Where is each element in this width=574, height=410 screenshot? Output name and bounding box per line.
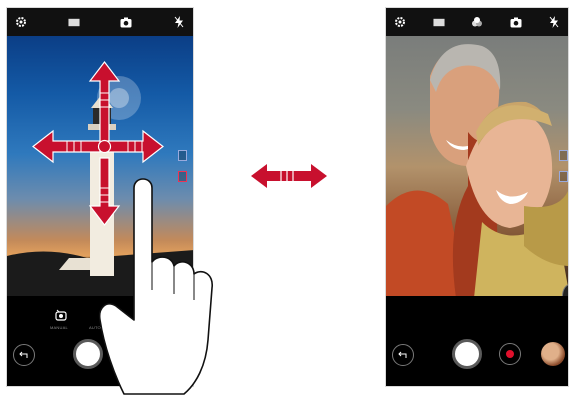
flash-off-icon[interactable] <box>548 16 560 28</box>
record-button[interactable] <box>499 343 521 365</box>
switch-camera-double-arrow-icon <box>251 164 327 188</box>
shutter-button[interactable] <box>452 339 482 369</box>
switch-camera-icon[interactable] <box>510 16 522 28</box>
camera-top-bar <box>7 8 193 36</box>
filter-icon[interactable] <box>471 16 483 28</box>
mode-label-manual[interactable]: MANUAL <box>50 325 68 330</box>
gesture-shot-icon[interactable] <box>559 171 568 182</box>
selfie-preview[interactable] <box>386 36 568 298</box>
switch-camera-icon[interactable] <box>120 16 132 28</box>
aspect-ratio-icon[interactable] <box>68 16 80 28</box>
camera-bottom-bar <box>386 296 568 386</box>
aspect-ratio-icon[interactable] <box>432 16 445 28</box>
flash-off-icon[interactable] <box>173 16 185 28</box>
back-button[interactable] <box>13 344 35 366</box>
manual-mode-icon[interactable] <box>55 308 67 326</box>
gallery-thumbnail[interactable] <box>541 342 565 366</box>
beauty-mode-icon[interactable] <box>559 150 568 161</box>
camera-top-bar <box>386 8 568 36</box>
back-button[interactable] <box>392 344 414 366</box>
gear-icon[interactable] <box>394 16 406 28</box>
front-camera-screen <box>385 7 569 387</box>
swipe-hand-illustration <box>98 178 213 395</box>
gear-icon[interactable] <box>15 16 27 28</box>
